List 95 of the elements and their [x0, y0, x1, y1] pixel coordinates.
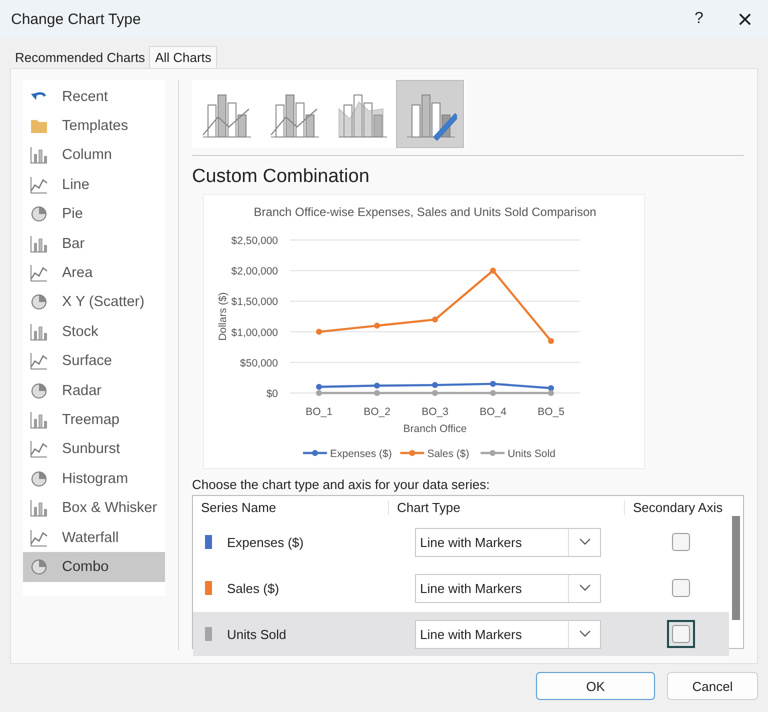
chart-type-item[interactable]: Surface	[23, 346, 165, 376]
chart-type-item[interactable]: Box & Whisker	[23, 493, 165, 523]
series-row[interactable]: Units Sold Line with Markers	[193, 612, 729, 656]
y-tick-label: $1,50,000	[231, 296, 278, 308]
series-name: Sales ($)	[227, 580, 280, 596]
legend-marker	[303, 450, 327, 456]
point	[490, 268, 496, 274]
point	[490, 380, 496, 387]
point	[374, 382, 380, 389]
column-header: Chart Type	[388, 500, 624, 514]
chart-type-item[interactable]: Histogram	[23, 464, 165, 494]
chart-type-item[interactable]: X Y (Scatter)	[23, 288, 165, 318]
x-tick-label: BO_1	[306, 406, 332, 418]
y-axis-title: Dollars ($)	[217, 292, 229, 341]
folder-icon	[30, 117, 48, 136]
tab[interactable]: All Charts	[149, 46, 218, 68]
point	[316, 390, 322, 396]
chart-type-item[interactable]: Column	[23, 140, 165, 170]
chart-icon	[30, 293, 48, 312]
chart-icon	[30, 528, 48, 547]
x-tick-label: BO_3	[422, 406, 448, 418]
chart-icon	[30, 352, 48, 370]
chart-type-item[interactable]: Sunburst	[23, 434, 165, 464]
chart-type-item[interactable]: Stock	[23, 317, 165, 347]
point	[548, 390, 554, 396]
chevron-down-icon	[578, 630, 590, 638]
cancel-button[interactable]: Cancel	[667, 672, 758, 700]
section-heading: Custom Combination	[192, 166, 370, 189]
series-row[interactable]: Expenses ($) Line with Markers	[193, 520, 729, 564]
y-tick-label: $2,50,000	[231, 235, 278, 247]
legend-label: Sales ($)	[427, 448, 470, 460]
chart-subtype-button[interactable]	[396, 80, 464, 148]
x-tick-label: BO_4	[480, 406, 506, 418]
secondary-axis-checkbox[interactable]	[672, 579, 690, 597]
chart-icon	[30, 558, 48, 576]
chart-type-item[interactable]: Templates	[23, 111, 165, 141]
x-axis-title: Branch Office	[403, 423, 467, 435]
chart-type-item[interactable]: Combo	[23, 552, 165, 582]
legend-label: Expenses ($)	[330, 448, 392, 460]
point	[316, 384, 322, 390]
chart-icon	[30, 176, 48, 194]
series-name: Expenses ($)	[227, 534, 304, 550]
legend-marker	[400, 450, 424, 456]
help-button[interactable]: ?	[676, 0, 722, 38]
ok-button[interactable]: OK	[536, 672, 655, 700]
chart-icon	[30, 499, 48, 518]
point	[548, 338, 554, 344]
chart-icon	[30, 234, 48, 253]
chart-type-item[interactable]: Treemap	[23, 405, 165, 435]
chart-icon	[30, 322, 48, 341]
chevron-down-icon	[578, 584, 590, 592]
point	[316, 328, 322, 335]
legend-label: Units Sold	[508, 448, 556, 460]
point	[374, 322, 380, 329]
close-button[interactable]: ×	[722, 0, 768, 38]
chart-icon	[30, 440, 48, 458]
series-row[interactable]: Sales ($) Line with Markers	[193, 566, 729, 610]
chart-type-item[interactable]: Area	[23, 258, 165, 288]
x-tick-label: BO_2	[364, 406, 390, 418]
chart-type-item[interactable]: Line	[23, 170, 165, 200]
secondary-axis-checkbox[interactable]	[672, 533, 690, 551]
chart-type-dropdown[interactable]: Line with Markers	[415, 574, 601, 602]
chart-icon	[30, 382, 48, 400]
chart-icon	[30, 205, 48, 224]
point	[432, 390, 438, 396]
chart-type-item[interactable]: Waterfall	[23, 522, 165, 552]
x-tick-label: BO_5	[538, 406, 564, 418]
chart-icon	[30, 410, 48, 429]
series-name: Units Sold	[227, 626, 286, 642]
point	[432, 316, 438, 323]
window-title: Change Chart Type	[11, 10, 142, 28]
column-header: Secondary Axis	[624, 500, 729, 514]
point	[490, 390, 496, 396]
scrollbar-thumb[interactable]	[732, 516, 740, 620]
chart-type-dropdown[interactable]: Line with Markers	[415, 528, 601, 556]
chart-type-dropdown[interactable]: Line with Markers	[415, 620, 601, 648]
legend-marker	[480, 450, 505, 456]
chart-title: Branch Office-wise Expenses, Sales and Units Sold Comparison	[254, 205, 596, 219]
chart-icon	[30, 470, 48, 488]
point	[374, 390, 380, 396]
chevron-down-icon	[578, 538, 590, 546]
y-tick-label: $1,00,000	[231, 326, 278, 339]
chart-type-item[interactable]: Recent	[23, 82, 165, 112]
chart-type-item[interactable]: Pie	[23, 200, 165, 229]
chart-icon	[30, 146, 48, 164]
y-tick-label: $2,00,000	[231, 266, 278, 278]
column-header: Series Name	[200, 500, 278, 514]
series-prompt: Choose the chart type and axis for your data series:	[192, 477, 491, 494]
secondary-axis-checkbox[interactable]	[672, 625, 690, 643]
point	[432, 382, 438, 388]
y-tick-label: $0	[266, 388, 278, 400]
y-tick-label: $50,000	[240, 357, 278, 370]
chart-type-item[interactable]: Radar	[23, 376, 165, 406]
chart-icon	[30, 264, 48, 282]
chart-type-item[interactable]: Bar	[23, 228, 165, 258]
